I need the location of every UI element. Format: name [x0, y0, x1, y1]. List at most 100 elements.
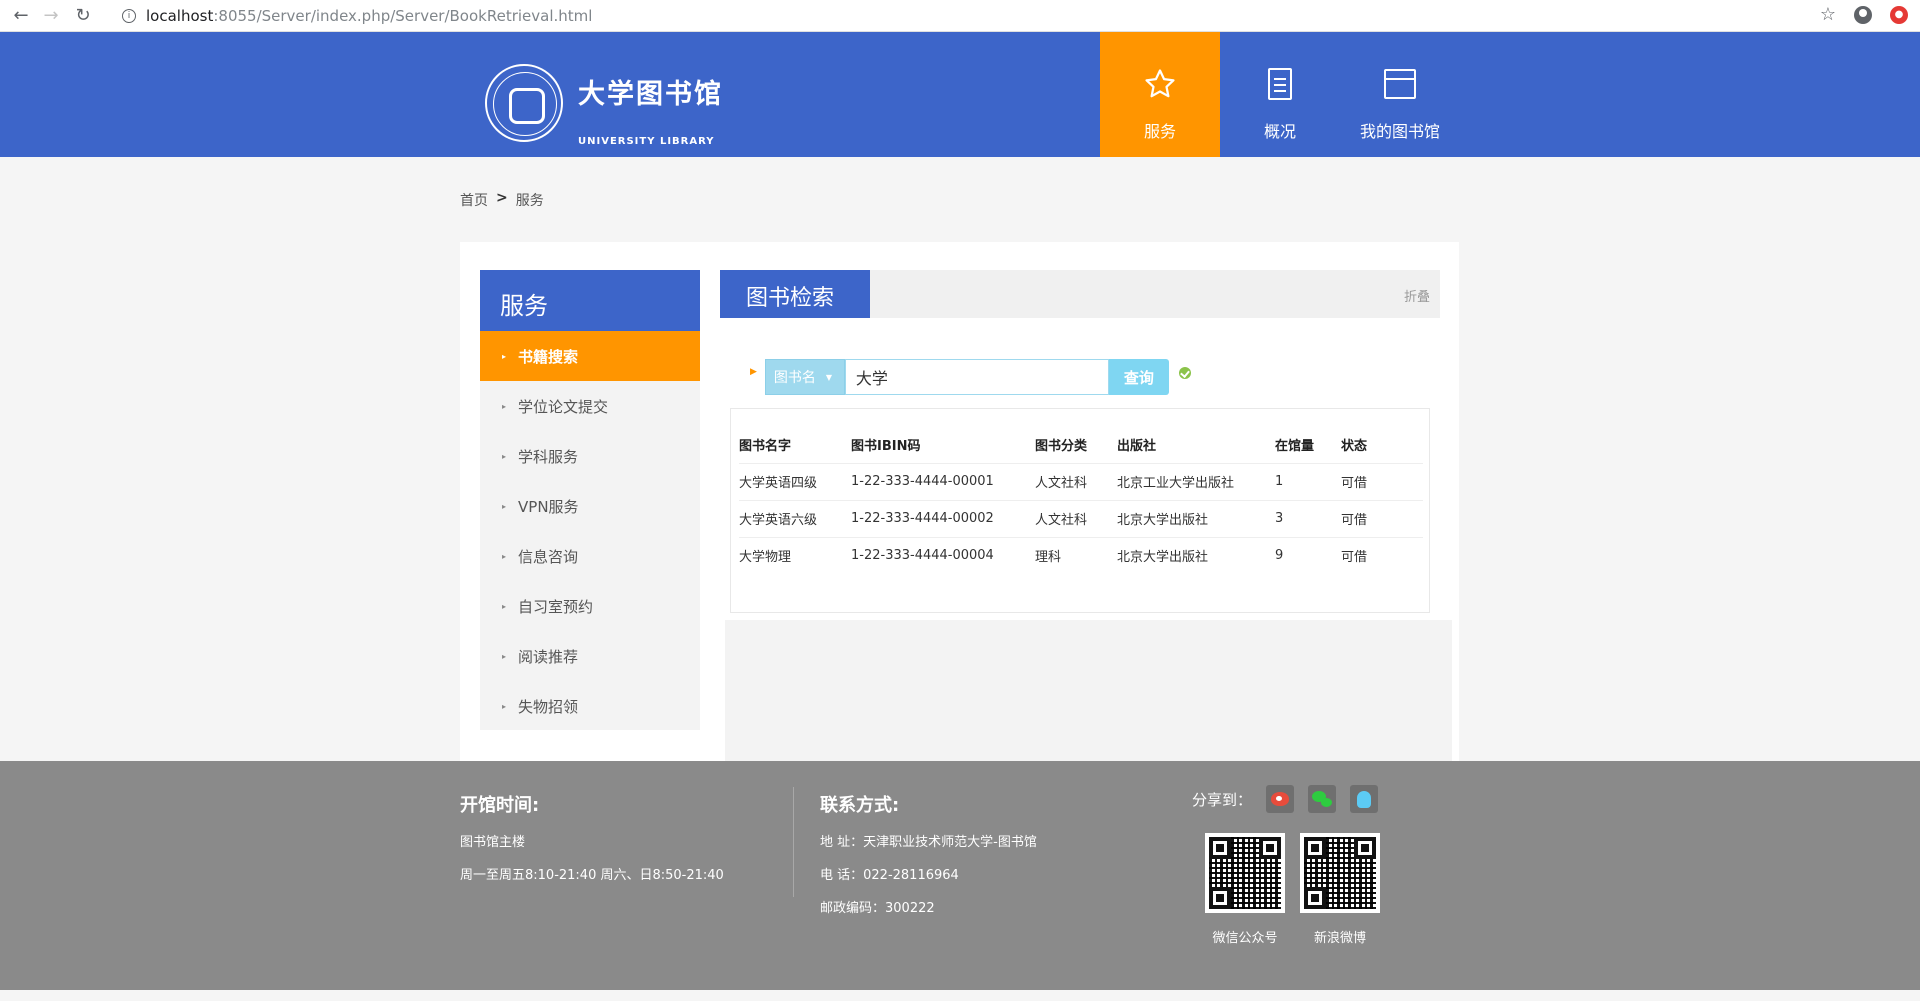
university-logo[interactable] [485, 64, 563, 142]
bullet-icon: ▸ [502, 651, 507, 661]
breadcrumb-home[interactable]: 首页 [460, 190, 488, 210]
arrow-right-icon: ▶ [750, 367, 757, 377]
table-cell: 大学物理 [739, 536, 851, 574]
column-header: 出版社 [1117, 439, 1157, 455]
account-icon[interactable] [1854, 5, 1872, 24]
table-cell: 1 [1275, 462, 1341, 500]
address-bar[interactable]: i localhost:8055/Server/index.php/Server… [122, 7, 592, 25]
bookmark-star-icon[interactable]: ☆ [1820, 4, 1836, 25]
url-path: :8055/Server/index.php/Server/BookRetrie… [213, 6, 593, 25]
fold-button[interactable]: 折叠 [1404, 286, 1430, 305]
sidebar-title: 服务 [480, 270, 700, 331]
nav-overview[interactable]: 概况 [1220, 32, 1340, 157]
share-bar: 分享到： [1192, 785, 1379, 813]
browser-toolbar: ← → ↻ i localhost:8055/Server/index.php/… [0, 0, 1920, 32]
opening-hours-times: 周一至周五8:10-21:40 周六、日8:50-21:40 [460, 868, 724, 883]
table-row[interactable]: 大学英语六级 1-22-333-4444-00002 人文社科 北京大学出版社 … [739, 499, 1423, 537]
nav-services-label: 服务 [1143, 122, 1176, 141]
sidebar-item-label: 书籍搜索 [518, 347, 579, 366]
forward-arrow-icon[interactable]: → [38, 3, 64, 29]
table-row[interactable]: 大学英语四级 1-22-333-4444-00001 人文社科 北京工业大学出版… [739, 462, 1423, 500]
table-cell: 1-22-333-4444-00001 [851, 462, 1035, 500]
sidebar-item-label: 自习室预约 [518, 597, 594, 616]
table-cell: 9 [1275, 536, 1341, 574]
table-cell: 可借 [1341, 462, 1423, 500]
sidebar-item-label: 信息咨询 [518, 547, 579, 566]
share-wechat-button[interactable] [1308, 785, 1337, 813]
extension-icon[interactable]: ● [1890, 5, 1908, 24]
nav-my-library[interactable]: 我的图书馆 [1340, 32, 1460, 157]
breadcrumb: 首页 > 服务 [460, 190, 544, 210]
search-input[interactable] [844, 359, 1109, 395]
content-area: 图书检索 折叠 ▶ 图书名 ▼ 查询 图书名字 图书IBIN码 图书分类 出版社 [720, 270, 1440, 613]
table-cell: 人文社科 [1035, 499, 1117, 537]
table-cell: 人文社科 [1035, 462, 1117, 500]
column-header: 图书分类 [1035, 439, 1088, 455]
results-table: 图书名字 图书IBIN码 图书分类 出版社 在馆量 状态 大学英语四级 1-22… [739, 427, 1423, 574]
wechat-icon [1312, 791, 1333, 807]
sidebar-item-subject-service[interactable]: ▸ 学科服务 [480, 431, 700, 481]
bullet-icon: ▸ [502, 451, 507, 461]
check-icon [1178, 367, 1191, 379]
url-host: localhost [146, 6, 214, 25]
breadcrumb-separator: > [496, 190, 508, 206]
table-cell: 3 [1275, 499, 1341, 537]
nav-services[interactable]: 服务 [1100, 32, 1220, 157]
bullet-icon: ▸ [502, 701, 507, 711]
column-header: 在馆量 [1275, 439, 1315, 455]
sidebar-item-vpn[interactable]: ▸ VPN服务 [480, 481, 700, 531]
table-cell: 北京大学出版社 [1117, 499, 1275, 537]
table-cell: 大学英语六级 [739, 499, 851, 537]
content-lower-area [725, 620, 1452, 762]
bullet-icon: ▸ [502, 601, 507, 611]
wechat-qr-label: 微信公众号 [1212, 931, 1278, 946]
sidebar-item-thesis-submit[interactable]: ▸ 学位论文提交 [480, 381, 700, 431]
search-category-label: 图书名 [773, 370, 816, 386]
main-panel: 服务 ▸ 书籍搜索 ▸ 学位论文提交 ▸ 学科服务 ▸ VPN服务 ▸ 信息咨询 ▸ 自习室… [460, 242, 1459, 762]
calendar-icon [1384, 69, 1416, 99]
table-cell: 1-22-333-4444-00002 [851, 499, 1035, 537]
site-header: 大学图书馆 UNIVERSITY LIBRARY 服务 概况 我的图书馆 [0, 32, 1920, 157]
weibo-qr-code [1300, 833, 1380, 913]
weibo-icon [1271, 792, 1290, 806]
star-icon [1143, 64, 1177, 104]
opening-hours-building: 图书馆主楼 [460, 835, 526, 850]
content-header: 图书检索 折叠 [720, 270, 1440, 318]
brand-subtitle: UNIVERSITY LIBRARY [578, 136, 715, 147]
footer-divider [793, 787, 794, 897]
sidebar-item-label: 学科服务 [518, 447, 579, 466]
share-label: 分享到： [1192, 790, 1253, 809]
site-footer: 开馆时间: 图书馆主楼 周一至周五8:10-21:40 周六、日8:50-21:… [0, 761, 1920, 990]
search-button[interactable]: 查询 [1108, 359, 1169, 395]
page-title: 图书检索 [720, 270, 870, 318]
breadcrumb-current[interactable]: 服务 [516, 190, 544, 210]
table-cell: 可借 [1341, 536, 1423, 574]
back-arrow-icon[interactable]: ← [8, 3, 34, 29]
table-cell: 理科 [1035, 536, 1117, 574]
table-cell: 北京大学出版社 [1117, 536, 1275, 574]
sidebar-item-book-search[interactable]: ▸ 书籍搜索 [480, 331, 700, 381]
nav-overview-label: 概况 [1263, 122, 1296, 141]
share-weibo-button[interactable] [1266, 785, 1295, 813]
sidebar-item-reading[interactable]: ▸ 阅读推荐 [480, 631, 700, 681]
search-category-select[interactable]: 图书名 ▼ [764, 359, 845, 395]
table-row[interactable]: 大学物理 1-22-333-4444-00004 理科 北京大学出版社 9 可借 [739, 536, 1423, 574]
opening-hours-title: 开馆时间: [460, 795, 540, 816]
opening-hours: 开馆时间: 图书馆主楼 周一至周五8:10-21:40 周六、日8:50-21:… [460, 791, 724, 897]
share-qq-button[interactable] [1350, 785, 1379, 813]
table-cell: 1-22-333-4444-00004 [851, 536, 1035, 574]
bullet-icon: ▸ [502, 401, 507, 411]
sidebar-item-lost-found[interactable]: ▸ 失物招领 [480, 681, 700, 731]
sidebar-item-study-room[interactable]: ▸ 自习室预约 [480, 581, 700, 631]
sidebar-item-label: 学位论文提交 [518, 397, 609, 416]
document-icon [1268, 68, 1292, 100]
sidebar-item-label: 阅读推荐 [518, 647, 579, 666]
contact-phone: 电 话：022-28116964 [820, 868, 959, 883]
table-header-row: 图书名字 图书IBIN码 图书分类 出版社 在馆量 状态 [739, 427, 1423, 463]
info-icon[interactable]: i [122, 8, 136, 23]
sidebar-item-info-consult[interactable]: ▸ 信息咨询 [480, 531, 700, 581]
caret-down-icon: ▼ [825, 372, 833, 382]
bullet-icon: ▸ [502, 551, 507, 561]
reload-icon[interactable]: ↻ [70, 3, 96, 29]
contact-postcode: 邮政编码：300222 [820, 901, 935, 916]
